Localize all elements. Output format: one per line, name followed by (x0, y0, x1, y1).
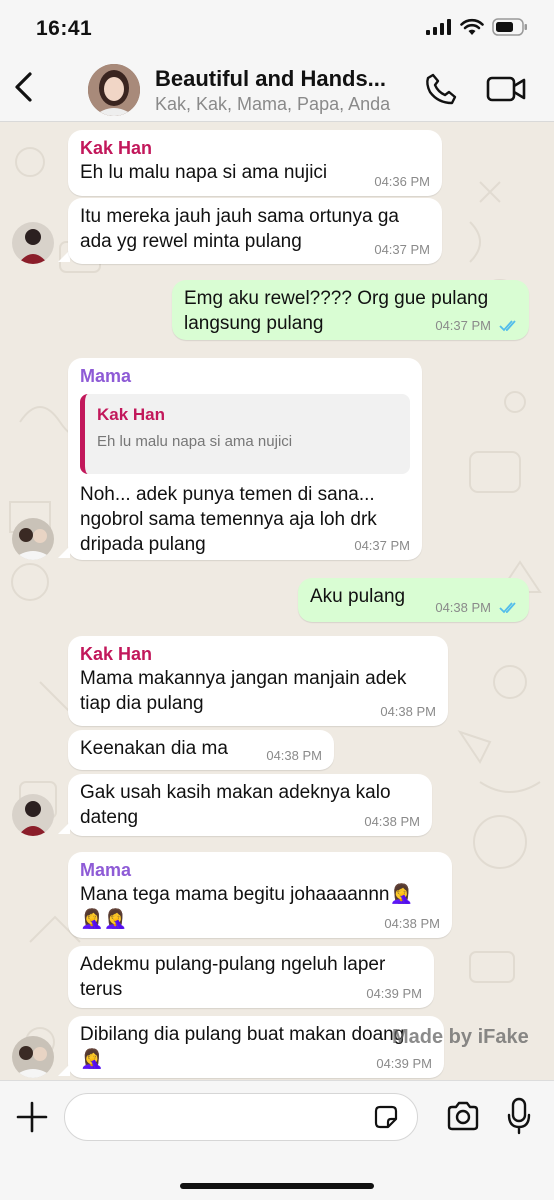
message-bubble[interactable]: Kak Han Eh lu malu napa si ama nujici 04… (68, 130, 442, 196)
composer-bar (0, 1080, 554, 1200)
message-time: 04:38 PM (435, 600, 491, 615)
message-time: 04:36 PM (374, 174, 430, 189)
camera-icon[interactable] (446, 1101, 480, 1131)
phone-call-icon[interactable] (424, 72, 458, 106)
message-bubble-outgoing[interactable]: Emg aku rewel???? Org gue pulang langsun… (172, 280, 529, 340)
message-time: 04:37 PM (435, 318, 491, 333)
sender-name: Kak Han (80, 138, 153, 158)
battery-icon (492, 18, 527, 36)
message-input[interactable] (64, 1093, 418, 1141)
message-time: 04:38 PM (384, 916, 440, 931)
chat-title[interactable]: Beautiful and Hands... (155, 66, 415, 92)
message-bubble[interactable]: Adekmu pulang-pulang ngeluh laper terus … (68, 946, 434, 1008)
message-bubble[interactable]: Gak usah kasih makan adeknya kalo dateng… (68, 774, 432, 836)
sender-name: Mama (80, 860, 132, 880)
quoted-text: Eh lu malu napa si ama nujici (97, 433, 293, 450)
quoted-sender: Kak Han (97, 405, 166, 424)
watermark: Made by iFake (392, 1026, 529, 1048)
read-ticks-icon (499, 602, 516, 614)
plus-icon[interactable] (16, 1101, 48, 1133)
chat-members[interactable]: Kak, Kak, Mama, Papa, Anda (155, 94, 415, 115)
message-bubble[interactable]: Mama Mana tega mama begitu johaaaannn🤦‍♀… (68, 852, 452, 938)
home-indicator (180, 1183, 374, 1189)
message-time: 04:37 PM (354, 538, 410, 553)
sender-name: Kak Han (80, 644, 153, 664)
quoted-message[interactable]: Kak Han Eh lu malu napa si ama nujici (80, 394, 410, 474)
microphone-icon[interactable] (507, 1097, 531, 1135)
message-bubble[interactable]: Keenakan dia ma 04:38 PM (68, 730, 334, 770)
message-bubble[interactable]: Kak Han Mama makannya jangan manjain ade… (68, 636, 448, 726)
message-list[interactable]: Kak Han Eh lu malu napa si ama nujici 04… (0, 122, 554, 1080)
message-time: 04:37 PM (374, 242, 430, 257)
message-bubble[interactable]: Itu mereka jauh jauh sama ortunya ga ada… (68, 198, 442, 264)
chat-header: 16:41 Beautiful and Hands... Kak, Kak, M… (0, 0, 554, 122)
sender-avatar[interactable] (12, 1036, 54, 1078)
back-button[interactable] (12, 70, 36, 104)
bubble-tail (58, 546, 70, 558)
status-time: 16:41 (36, 17, 93, 40)
read-ticks-icon (499, 320, 516, 332)
sender-avatar[interactable] (12, 222, 54, 264)
sticker-icon[interactable] (372, 1103, 400, 1131)
group-avatar[interactable] (88, 64, 140, 116)
signal-icon (426, 19, 451, 35)
message-time: 04:38 PM (380, 704, 436, 719)
bubble-tail (58, 1064, 70, 1076)
message-time: 04:39 PM (366, 986, 422, 1001)
message-bubble-outgoing[interactable]: Aku pulang 04:38 PM (298, 578, 529, 622)
status-icons (426, 18, 528, 36)
bubble-tail (58, 822, 70, 834)
sender-avatar[interactable] (12, 518, 54, 560)
sender-avatar[interactable] (12, 794, 54, 836)
message-time: 04:38 PM (266, 748, 322, 763)
message-time: 04:39 PM (376, 1056, 432, 1071)
message-bubble[interactable]: Mama Kak Han Eh lu malu napa si ama nuji… (68, 358, 422, 560)
sender-name: Mama (80, 366, 132, 386)
message-time: 04:38 PM (364, 814, 420, 829)
wifi-icon (460, 18, 484, 35)
message-bubble[interactable]: Dibilang dia pulang buat makan doang 🤦‍♀… (68, 1016, 444, 1078)
video-call-icon[interactable] (486, 74, 526, 104)
